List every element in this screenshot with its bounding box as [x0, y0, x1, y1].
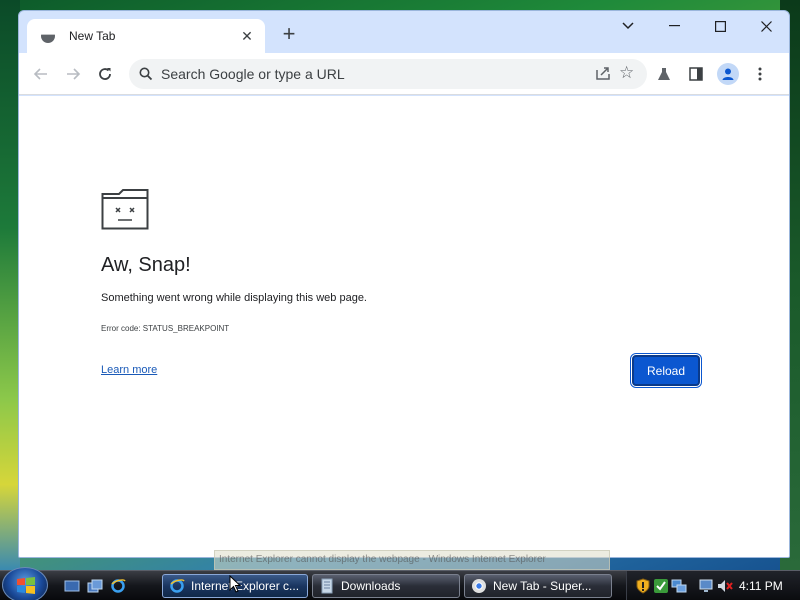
display-icon[interactable]: [699, 578, 715, 594]
bookmark-star-icon[interactable]: ☆: [619, 64, 634, 82]
address-placeholder: Search Google or type a URL: [161, 66, 345, 82]
tab-new-tab[interactable]: New Tab ✕: [27, 19, 265, 53]
sad-folder-icon: [101, 189, 149, 230]
maximize-button[interactable]: [697, 11, 743, 41]
network-icon[interactable]: [671, 578, 687, 594]
tab-title: New Tab: [69, 29, 116, 43]
side-panel-icon[interactable]: [685, 63, 707, 85]
forward-icon[interactable]: [61, 62, 85, 86]
reload-icon[interactable]: [93, 62, 117, 86]
new-tab-button[interactable]: +: [277, 23, 301, 47]
clock: 4:11 PM: [739, 579, 783, 593]
learn-more-link[interactable]: Learn more: [101, 364, 157, 376]
minimize-button[interactable]: [651, 11, 697, 41]
window-controls: [605, 11, 789, 41]
folder-icon: [321, 578, 333, 594]
reload-button[interactable]: Reload: [630, 353, 702, 388]
update-icon[interactable]: [653, 578, 669, 594]
share-icon[interactable]: [595, 65, 611, 81]
desktop-wallpaper-left: [0, 0, 20, 570]
menu-dots-icon[interactable]: [749, 63, 771, 85]
tab-favicon-icon: [41, 34, 55, 43]
taskbar-item-downloads[interactable]: Downloads: [312, 574, 460, 598]
ie-icon: [170, 579, 185, 593]
mouse-cursor-icon: [229, 575, 241, 593]
browser-window: New Tab ✕ + Search Google or type a URL …: [18, 10, 790, 558]
back-icon[interactable]: [29, 62, 53, 86]
taskbar: Internet Explorer c... Downloads New Tab…: [0, 567, 800, 600]
page-content: Aw, Snap! Something went wrong while dis…: [19, 96, 789, 557]
error-message: Something went wrong while displaying th…: [101, 292, 367, 304]
labs-flask-icon[interactable]: [653, 63, 675, 85]
ie-quicklaunch-icon[interactable]: [110, 578, 126, 594]
volume-muted-icon[interactable]: [717, 578, 733, 594]
tab-close-icon[interactable]: ✕: [239, 28, 255, 45]
start-button[interactable]: [2, 567, 48, 600]
show-desktop-icon[interactable]: [64, 578, 80, 594]
task-label: Downloads: [341, 579, 401, 593]
tooltip: Internet Explorer cannot display the web…: [214, 550, 610, 570]
error-code: Error code: STATUS_BREAKPOINT: [101, 324, 230, 333]
search-icon: [139, 67, 153, 81]
browser-toolbar: Search Google or type a URL ☆: [19, 53, 789, 95]
security-shield-icon[interactable]: [635, 578, 651, 594]
error-heading: Aw, Snap!: [101, 254, 191, 276]
task-label: New Tab - Super...: [493, 579, 592, 593]
tab-search-chevron-icon[interactable]: [605, 11, 651, 41]
close-window-button[interactable]: [743, 11, 789, 41]
profile-icon[interactable]: [717, 63, 739, 85]
task-label: Internet Explorer c...: [191, 579, 300, 593]
chrome-icon: [472, 579, 486, 593]
switch-windows-icon[interactable]: [87, 578, 103, 594]
windows-logo-icon: [17, 577, 35, 594]
taskbar-item-new-tab[interactable]: New Tab - Super...: [464, 574, 612, 598]
tab-strip: New Tab ✕ +: [19, 11, 789, 53]
address-bar[interactable]: Search Google or type a URL ☆: [129, 59, 647, 89]
system-tray: 4:11 PM: [626, 571, 800, 600]
